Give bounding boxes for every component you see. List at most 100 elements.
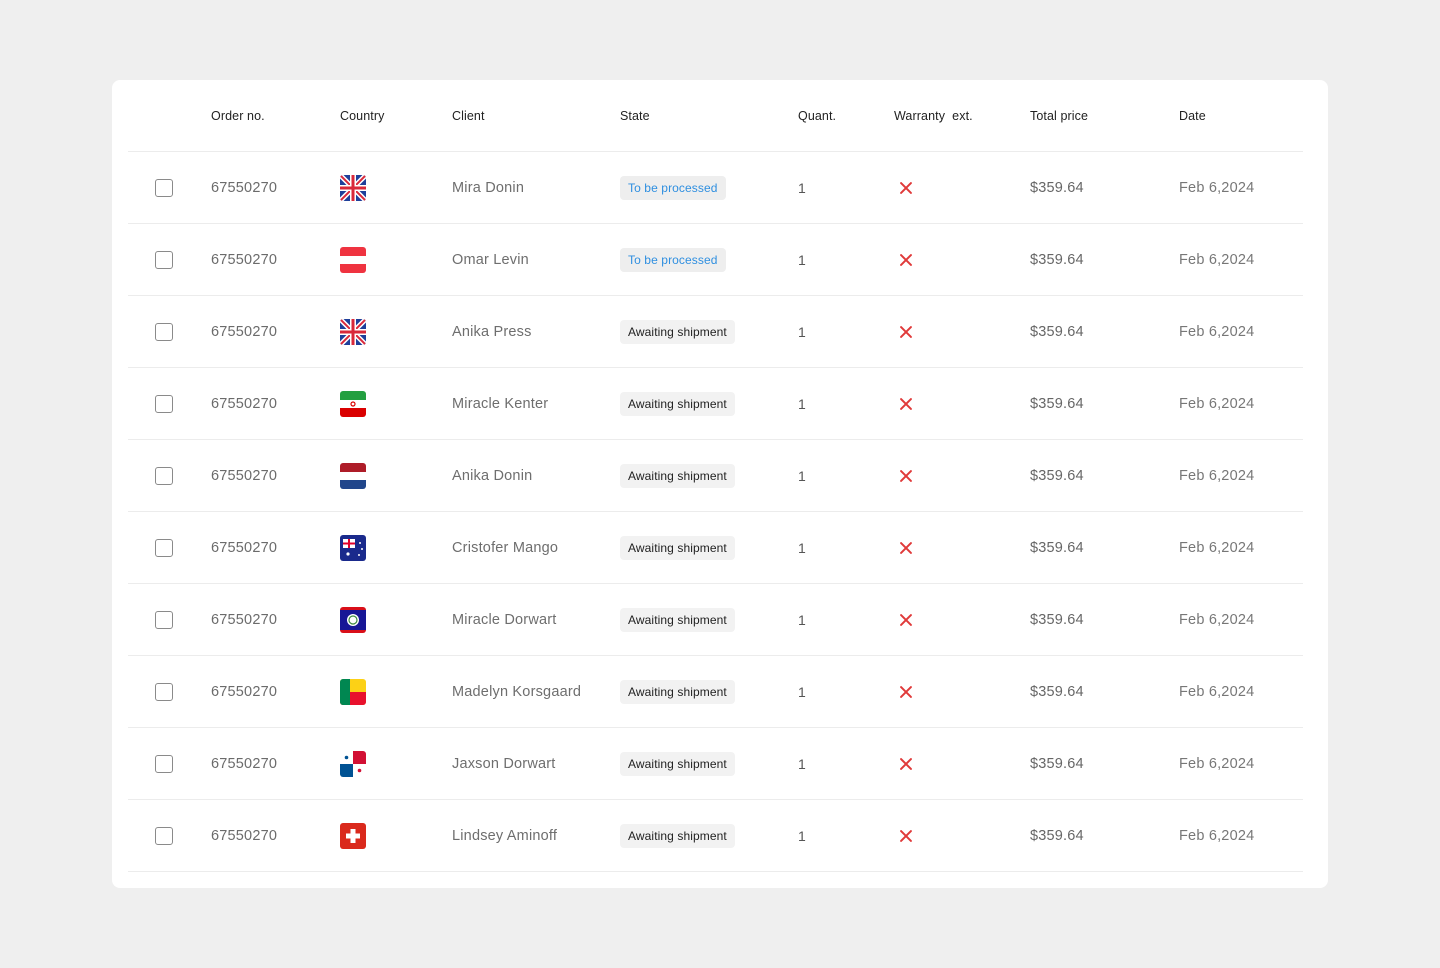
order-date: Feb 6,2024 <box>1179 251 1255 268</box>
client-cell: Cristofer Mango <box>452 512 602 583</box>
date-cell: Feb 6,2024 <box>1179 440 1254 511</box>
table-body: 67550270 Mira Donin To be processed 1 $3… <box>128 152 1303 872</box>
row-checkbox[interactable] <box>155 610 173 629</box>
price-cell: $359.64 <box>1030 224 1084 295</box>
order-date: Feb 6,2024 <box>1179 467 1255 484</box>
row-checkbox-cell <box>155 656 173 727</box>
table-row[interactable]: 67550270 Jaxson Dorwart Awaiting shipmen… <box>128 728 1303 800</box>
client-cell: Anika Donin <box>452 440 602 511</box>
total-price: $359.64 <box>1030 251 1084 268</box>
order-date: Feb 6,2024 <box>1179 179 1255 196</box>
order-number: 67550270 <box>211 179 278 196</box>
order-number: 67550270 <box>211 755 278 772</box>
order-number: 67550270 <box>211 467 278 484</box>
order-number-cell: 67550270 <box>211 224 277 295</box>
client-cell: Miracle Dorwart <box>452 584 602 655</box>
flag-panama-icon <box>340 750 366 777</box>
order-date: Feb 6,2024 <box>1179 755 1255 772</box>
order-number-cell: 67550270 <box>211 728 277 799</box>
column-header-client[interactable]: Client <box>452 80 602 151</box>
state-badge: Awaiting shipment <box>620 751 735 776</box>
quantity-cell: 1 <box>798 656 806 727</box>
country-cell <box>340 728 366 799</box>
column-header-country[interactable]: Country <box>340 80 384 151</box>
row-checkbox[interactable] <box>155 322 173 341</box>
quantity-cell: 1 <box>798 296 806 367</box>
state-cell: Awaiting shipment <box>620 368 735 439</box>
quantity-cell: 1 <box>798 584 806 655</box>
order-number: 67550270 <box>211 251 278 268</box>
table-row[interactable]: 67550270 Mira Donin To be processed 1 $3… <box>128 152 1303 224</box>
column-header-date[interactable]: Date <box>1179 80 1206 151</box>
warranty-cell <box>894 440 913 511</box>
table-row[interactable]: 67550270 Omar Levin To be processed 1 $3… <box>128 224 1303 296</box>
table-row[interactable]: 67550270 Anika Press Awaiting shipment 1… <box>128 296 1303 368</box>
row-checkbox[interactable] <box>155 682 173 701</box>
client-name: Miracle Dorwart <box>452 611 557 628</box>
column-header-quantity[interactable]: Quant. <box>798 80 836 151</box>
state-badge: Awaiting shipment <box>620 535 735 560</box>
warranty-cell <box>894 152 913 223</box>
order-date: Feb 6,2024 <box>1179 611 1255 628</box>
row-checkbox[interactable] <box>155 250 173 269</box>
flag-netherlands-icon <box>340 462 366 489</box>
column-header-state[interactable]: State <box>620 80 650 151</box>
column-header-warranty[interactable]: Warranty ext. <box>894 80 973 151</box>
order-number: 67550270 <box>211 683 278 700</box>
client-name: Cristofer Mango <box>452 539 559 556</box>
date-cell: Feb 6,2024 <box>1179 800 1254 871</box>
orders-card: Order no. Country Client State Quant. Wa… <box>112 80 1328 888</box>
order-number-cell: 67550270 <box>211 152 277 223</box>
x-icon <box>899 325 913 339</box>
date-cell: Feb 6,2024 <box>1179 656 1254 727</box>
order-number-cell: 67550270 <box>211 656 277 727</box>
row-checkbox[interactable] <box>155 538 173 557</box>
state-badge: Awaiting shipment <box>620 463 735 488</box>
total-price: $359.64 <box>1030 323 1084 340</box>
flag-australia-icon <box>340 534 366 561</box>
x-icon <box>899 541 913 555</box>
price-cell: $359.64 <box>1030 440 1084 511</box>
row-checkbox[interactable] <box>155 754 173 773</box>
total-price: $359.64 <box>1030 683 1084 700</box>
orders-table: Order no. Country Client State Quant. Wa… <box>128 80 1303 872</box>
total-price: $359.64 <box>1030 395 1084 412</box>
table-row[interactable]: 67550270 Miracle Dorwart Awaiting shipme… <box>128 584 1303 656</box>
order-date: Feb 6,2024 <box>1179 539 1255 556</box>
column-header-total-price[interactable]: Total price <box>1030 80 1088 151</box>
quantity-cell: 1 <box>798 728 806 799</box>
table-row[interactable]: 67550270 Anika Donin Awaiting shipment 1… <box>128 440 1303 512</box>
table-row[interactable]: 67550270 Miracle Kenter Awaiting shipmen… <box>128 368 1303 440</box>
date-cell: Feb 6,2024 <box>1179 224 1254 295</box>
order-date: Feb 6,2024 <box>1179 323 1255 340</box>
total-price: $359.64 <box>1030 179 1084 196</box>
order-number: 67550270 <box>211 395 278 412</box>
row-checkbox[interactable] <box>155 826 173 845</box>
state-cell: Awaiting shipment <box>620 440 735 511</box>
row-checkbox-cell <box>155 800 173 871</box>
order-number-cell: 67550270 <box>211 440 277 511</box>
state-badge: To be processed <box>620 175 726 200</box>
row-checkbox[interactable] <box>155 178 173 197</box>
state-cell: Awaiting shipment <box>620 728 735 799</box>
warranty-cell <box>894 512 913 583</box>
table-row[interactable]: 67550270 Cristofer Mango Awaiting shipme… <box>128 512 1303 584</box>
x-icon <box>899 829 913 843</box>
date-cell: Feb 6,2024 <box>1179 152 1254 223</box>
column-header-order[interactable]: Order no. <box>211 80 265 151</box>
total-price: $359.64 <box>1030 827 1084 844</box>
table-row[interactable]: 67550270 Lindsey Aminoff Awaiting shipme… <box>128 800 1303 872</box>
client-name: Anika Donin <box>452 467 533 484</box>
state-badge: Awaiting shipment <box>620 679 735 704</box>
flag-austria-icon <box>340 246 366 273</box>
country-cell <box>340 224 366 295</box>
date-cell: Feb 6,2024 <box>1179 512 1254 583</box>
row-checkbox[interactable] <box>155 394 173 413</box>
date-cell: Feb 6,2024 <box>1179 296 1254 367</box>
quantity: 1 <box>798 827 806 844</box>
row-checkbox[interactable] <box>155 466 173 485</box>
table-row[interactable]: 67550270 Madelyn Korsgaard Awaiting ship… <box>128 656 1303 728</box>
x-icon <box>899 181 913 195</box>
row-checkbox-cell <box>155 368 173 439</box>
state-badge: Awaiting shipment <box>620 607 735 632</box>
